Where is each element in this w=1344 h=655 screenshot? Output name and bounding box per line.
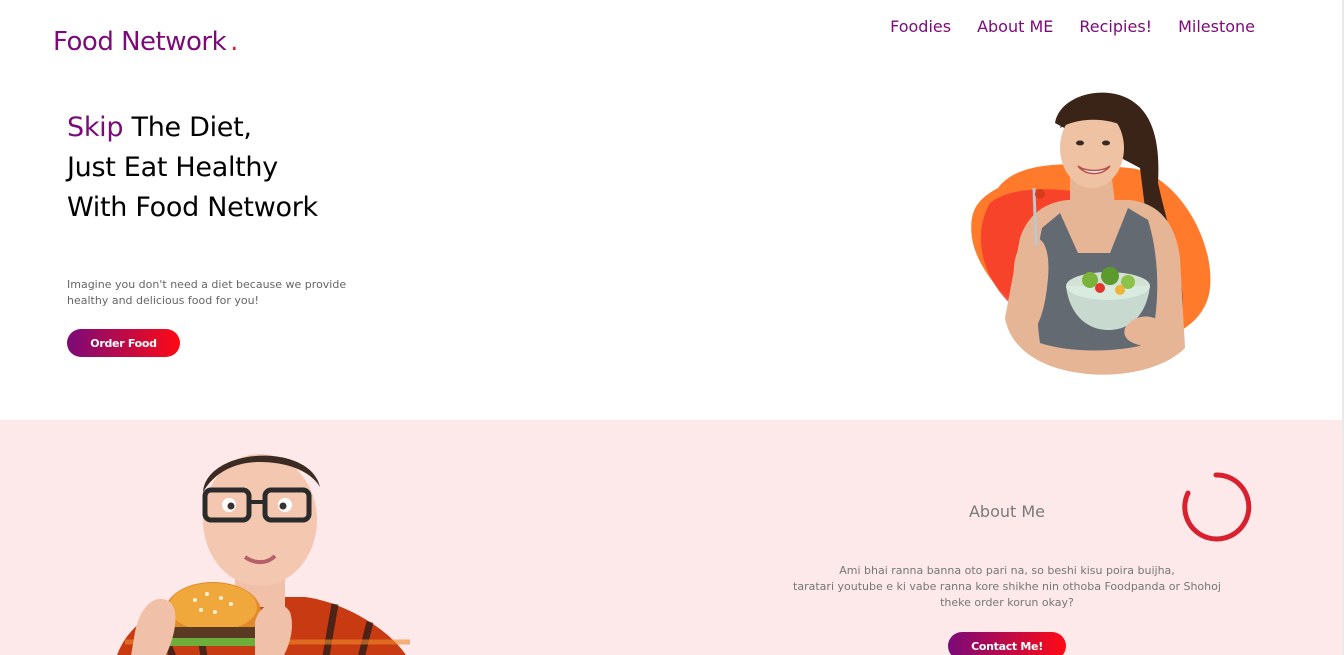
woman-eating-salad-image (971, 92, 1211, 375)
headline-line-1: Skip The Diet, (67, 108, 318, 148)
headline-line-3: With Food Network (67, 192, 318, 223)
order-food-button[interactable]: Order Food (67, 329, 180, 357)
brand-logo[interactable]: Food Network. (53, 27, 238, 57)
man-eating-burger-image (117, 454, 410, 655)
headline-line-2: Just Eat Healthy (67, 152, 278, 183)
about-line-1: Ami bhai ranna banna oto pari na, so bes… (839, 564, 1175, 577)
brand-name: Food Network (53, 27, 227, 57)
headline-line-1-rest: The Diet, (123, 112, 252, 143)
about-description: Ami bhai ranna banna oto pari na, so bes… (790, 563, 1224, 611)
contact-me-button[interactable]: Contact Me! (948, 632, 1066, 655)
brand-dot: . (230, 27, 238, 57)
about-title: About Me (968, 502, 1046, 521)
about-line-3: theke order korun okay? (940, 596, 1074, 609)
headline-accent: Skip (67, 112, 124, 143)
about-section: About Me Ami bhai ranna banna oto pari n… (0, 420, 1344, 655)
main-nav: Foodies About ME Recipies! Milestone (890, 17, 1255, 36)
about-line-2: taratari youtube e ki vabe ranna kore sh… (793, 580, 1221, 593)
nav-item-foodies[interactable]: Foodies (890, 17, 951, 36)
nav-item-recipies[interactable]: Recipies! (1079, 17, 1152, 36)
nav-item-about-me[interactable]: About ME (977, 17, 1053, 36)
loading-spinner-icon (1182, 472, 1252, 542)
nav-item-milestone[interactable]: Milestone (1178, 17, 1255, 36)
hero-section: Food Network. Foodies About ME Recipies!… (0, 0, 1344, 420)
hero-headline: Skip The Diet, Just Eat Healthy With Foo… (67, 108, 318, 228)
hero-description: Imagine you don't need a diet because we… (67, 278, 347, 307)
